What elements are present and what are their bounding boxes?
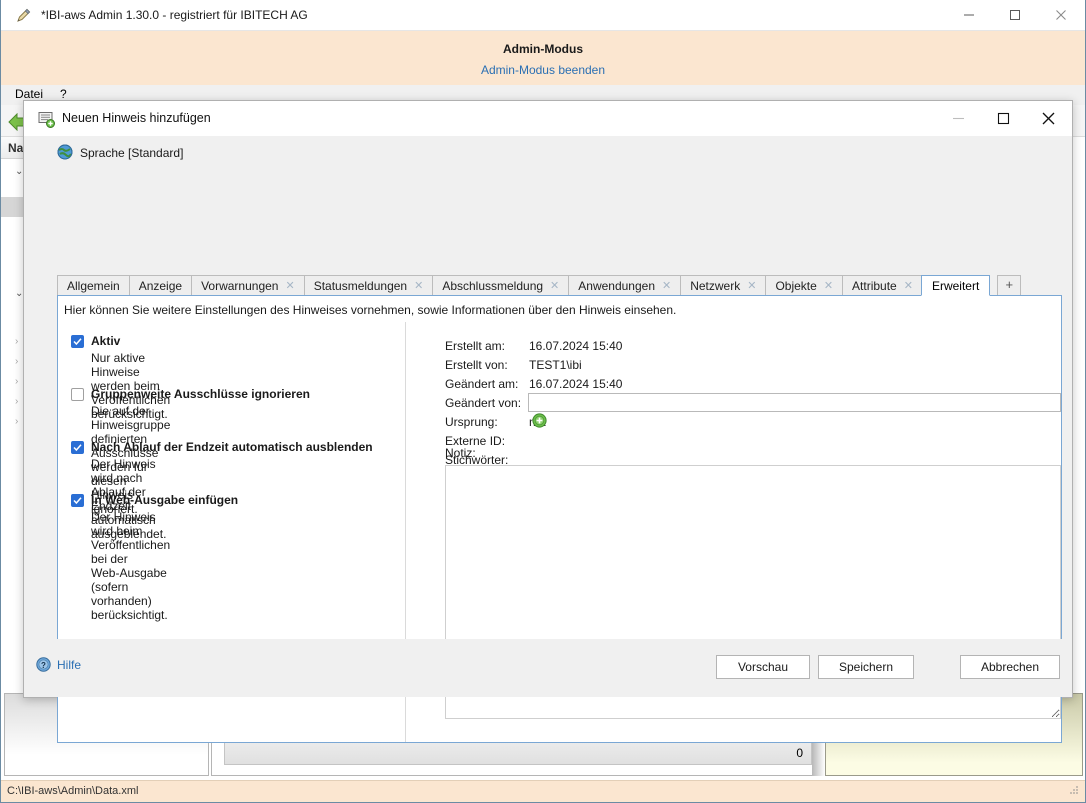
checkbox-web-ausgabe-box[interactable]	[71, 494, 84, 507]
info-label-ursprung: Ursprung:	[445, 415, 498, 429]
tab-close-icon[interactable]: ✕	[904, 279, 913, 294]
tab-anwendungen[interactable]: Anwendungen ✕	[568, 275, 680, 296]
cancel-button[interactable]: Abbrechen	[960, 655, 1060, 679]
info-label-geaendert-am: Geändert am:	[445, 377, 518, 391]
save-button[interactable]: Speichern	[818, 655, 914, 679]
dialog-footer: ? Hilfe Vorschau Speichern Abbrechen	[24, 639, 1072, 697]
checkbox-web-ausgabe-label: In Web-Ausgabe einfügen	[91, 493, 238, 507]
dialog-titlebar: Neuen Hinweis hinzufügen	[24, 101, 1072, 136]
help-link[interactable]: Hilfe	[57, 658, 81, 672]
tab-label: Anwendungen	[578, 279, 655, 293]
info-value-erstellt-von: TEST1\ibi	[529, 358, 582, 372]
checkbox-aktiv-box[interactable]	[71, 335, 84, 348]
main-window-title: *IBI-aws Admin 1.30.0 - registriert für …	[41, 8, 308, 22]
help-icon[interactable]: ?	[36, 657, 51, 675]
tab-label: Vorwarnungen	[201, 279, 278, 293]
admin-mode-title: Admin-Modus	[1, 42, 1085, 56]
tab-abschlussmeldung[interactable]: Abschlussmeldung ✕	[432, 275, 568, 296]
tab-attribute[interactable]: Attribute ✕	[842, 275, 922, 296]
add-circle-icon[interactable]	[532, 413, 547, 431]
tab-label: Netzwerk	[690, 279, 740, 293]
tab-label: Allgemein	[67, 279, 120, 293]
checkbox-gruppenweite-ausschluesse-box[interactable]	[71, 388, 84, 401]
chevron-right-icon: ›	[15, 416, 18, 427]
application-icon	[15, 7, 32, 24]
svg-text:?: ?	[41, 661, 46, 670]
checkbox-automatisch-ausblenden-label: Nach Ablauf der Endzeit automatisch ausb…	[91, 440, 373, 454]
info-label-erstellt-von: Erstellt von:	[445, 358, 508, 372]
tab-netzwerk[interactable]: Netzwerk ✕	[680, 275, 765, 296]
preview-button[interactable]: Vorschau	[716, 655, 810, 679]
dialog-close-button[interactable]	[1026, 101, 1071, 135]
checkbox-aktiv-label: Aktiv	[91, 334, 120, 348]
chevron-right-icon: ›	[15, 336, 18, 347]
tab-label: Erweitert	[932, 279, 979, 293]
menu-item-datei[interactable]: Datei	[15, 87, 43, 101]
language-label: Sprache [Standard]	[80, 146, 183, 160]
tab-anzeige[interactable]: Anzeige	[129, 275, 191, 296]
info-label-geaendert-von: Geändert von:	[445, 396, 521, 410]
language-selector-row[interactable]: Sprache [Standard]	[24, 136, 1072, 172]
chevron-right-icon: ›	[15, 376, 18, 387]
notiz-label: Notiz:	[445, 446, 476, 460]
tab-close-icon[interactable]: ✕	[662, 279, 671, 294]
tab-label: Attribute	[852, 279, 897, 293]
chevron-right-icon: ›	[15, 396, 18, 407]
tab-label: Anzeige	[139, 279, 182, 293]
maximize-button[interactable]	[992, 0, 1038, 30]
tab-vorwarnungen[interactable]: Vorwarnungen ✕	[191, 275, 304, 296]
globe-icon	[57, 144, 73, 163]
tab-close-icon[interactable]: ✕	[285, 279, 294, 294]
add-tab-button[interactable]: +	[997, 275, 1021, 296]
checkbox-automatisch-ausblenden-box[interactable]	[71, 441, 84, 454]
tab-close-icon[interactable]: ✕	[550, 279, 559, 294]
externe-id-input[interactable]	[528, 393, 1061, 412]
close-button[interactable]	[1038, 0, 1084, 30]
admin-mode-exit-link[interactable]: Admin-Modus beenden	[1, 63, 1085, 77]
admin-mode-banner: Admin-Modus Admin-Modus beenden	[1, 31, 1085, 85]
dialog-minimize-button[interactable]	[936, 101, 981, 135]
tab-close-icon[interactable]: ✕	[824, 279, 833, 294]
minimize-button[interactable]	[946, 0, 992, 30]
checkbox-gruppenweite-ausschluesse-label: Gruppenweite Ausschlüsse ignorieren	[91, 387, 310, 401]
add-note-icon	[38, 111, 56, 131]
tab-label: Statusmeldungen	[314, 279, 407, 293]
tab-allgemein[interactable]: Allgemein	[57, 275, 129, 296]
info-value-erstellt-am: 16.07.2024 15:40	[529, 339, 622, 353]
info-value-geaendert-am: 16.07.2024 15:40	[529, 377, 622, 391]
dialog-title: Neuen Hinweis hinzufügen	[62, 111, 211, 125]
add-note-dialog: Neuen Hinweis hinzufügen Sprache [Stan	[23, 100, 1073, 698]
dialog-maximize-button[interactable]	[981, 101, 1026, 135]
chevron-right-icon: ›	[15, 356, 18, 367]
info-label-erstellt-am: Erstellt am:	[445, 339, 505, 353]
tab-objekte[interactable]: Objekte ✕	[765, 275, 842, 296]
main-titlebar: *IBI-aws Admin 1.30.0 - registriert für …	[1, 0, 1085, 31]
tab-erweitert[interactable]: Erweitert	[921, 275, 990, 296]
statusbar: C:\IBI-aws\Admin\Data.xml	[1, 780, 1085, 802]
application-window: *IBI-aws Admin 1.30.0 - registriert für …	[0, 0, 1086, 803]
tab-label: Abschlussmeldung	[442, 279, 543, 293]
tab-close-icon[interactable]: ✕	[414, 279, 423, 294]
grid-count-label: 0	[225, 742, 811, 764]
intro-text: Hier können Sie weitere Einstellungen de…	[64, 303, 676, 317]
menu-item-help[interactable]: ?	[60, 87, 67, 101]
tab-bar: AllgemeinAnzeigeVorwarnungen✕Statusmeldu…	[57, 275, 1062, 296]
tab-label: Objekte	[775, 279, 816, 293]
checkbox-web-ausgabe-description: Der Hinweis wird beim Veröffentlichen be…	[91, 510, 170, 622]
tab-statusmeldungen[interactable]: Statusmeldungen ✕	[304, 275, 433, 296]
resize-grip-icon[interactable]	[1068, 784, 1080, 799]
statusbar-path: C:\IBI-aws\Admin\Data.xml	[7, 785, 138, 797]
tab-close-icon[interactable]: ✕	[747, 279, 756, 294]
